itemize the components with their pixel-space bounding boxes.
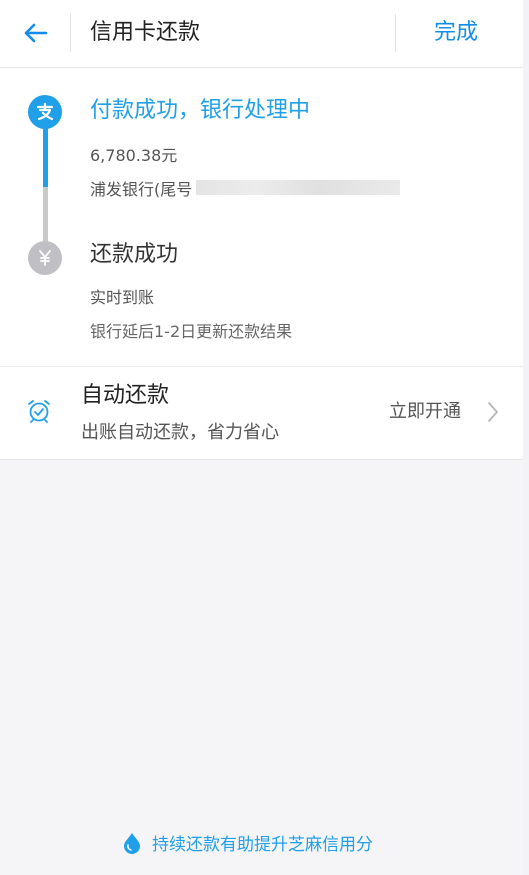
header-divider: [395, 14, 396, 52]
header-divider: [70, 14, 71, 52]
back-button[interactable]: [18, 18, 52, 48]
arrow-left-icon: [24, 23, 48, 43]
payment-amount: 6,780.38元: [90, 146, 178, 165]
page-title: 信用卡还款: [90, 20, 201, 45]
auto-repay-subtitle: 出账自动还款，省力省心: [81, 422, 279, 443]
yuan-icon: [39, 250, 51, 266]
auto-repay-row[interactable]: 自动还款 出账自动还款，省力省心 立即开通: [0, 366, 523, 460]
scrollbar-track: [523, 0, 529, 875]
credit-tip[interactable]: 持续还款有助提升芝麻信用分: [122, 830, 373, 855]
enable-now-link[interactable]: 立即开通: [389, 400, 461, 424]
progress-line-pending: [43, 187, 48, 249]
bank-name: 浦发银行(尾号: [90, 180, 193, 199]
step-success-node: [28, 241, 62, 275]
alipay-icon: [36, 102, 54, 121]
realtime-label: 实时到账: [90, 288, 155, 307]
done-button[interactable]: 完成: [434, 18, 478, 48]
redacted-card-number: [196, 180, 400, 195]
step-paid-title: 付款成功，银行处理中: [90, 98, 311, 123]
step-success-title: 还款成功: [90, 242, 179, 267]
nav-bar: 信用卡还款 完成: [0, 0, 529, 68]
step-paid-node: [28, 95, 62, 129]
delay-note: 银行延后1-2日更新还款结果: [90, 322, 293, 341]
chevron-right-icon: [488, 402, 498, 422]
repayment-progress: 付款成功，银行处理中 6,780.38元 浦发银行(尾号 还款成功 实时到账 银…: [0, 68, 523, 366]
alarm-clock-icon: [28, 400, 50, 423]
auto-repay-title: 自动还款: [81, 383, 170, 408]
water-drop-icon: [124, 832, 140, 854]
credit-tip-text: 持续还款有助提升芝麻信用分: [152, 835, 373, 855]
